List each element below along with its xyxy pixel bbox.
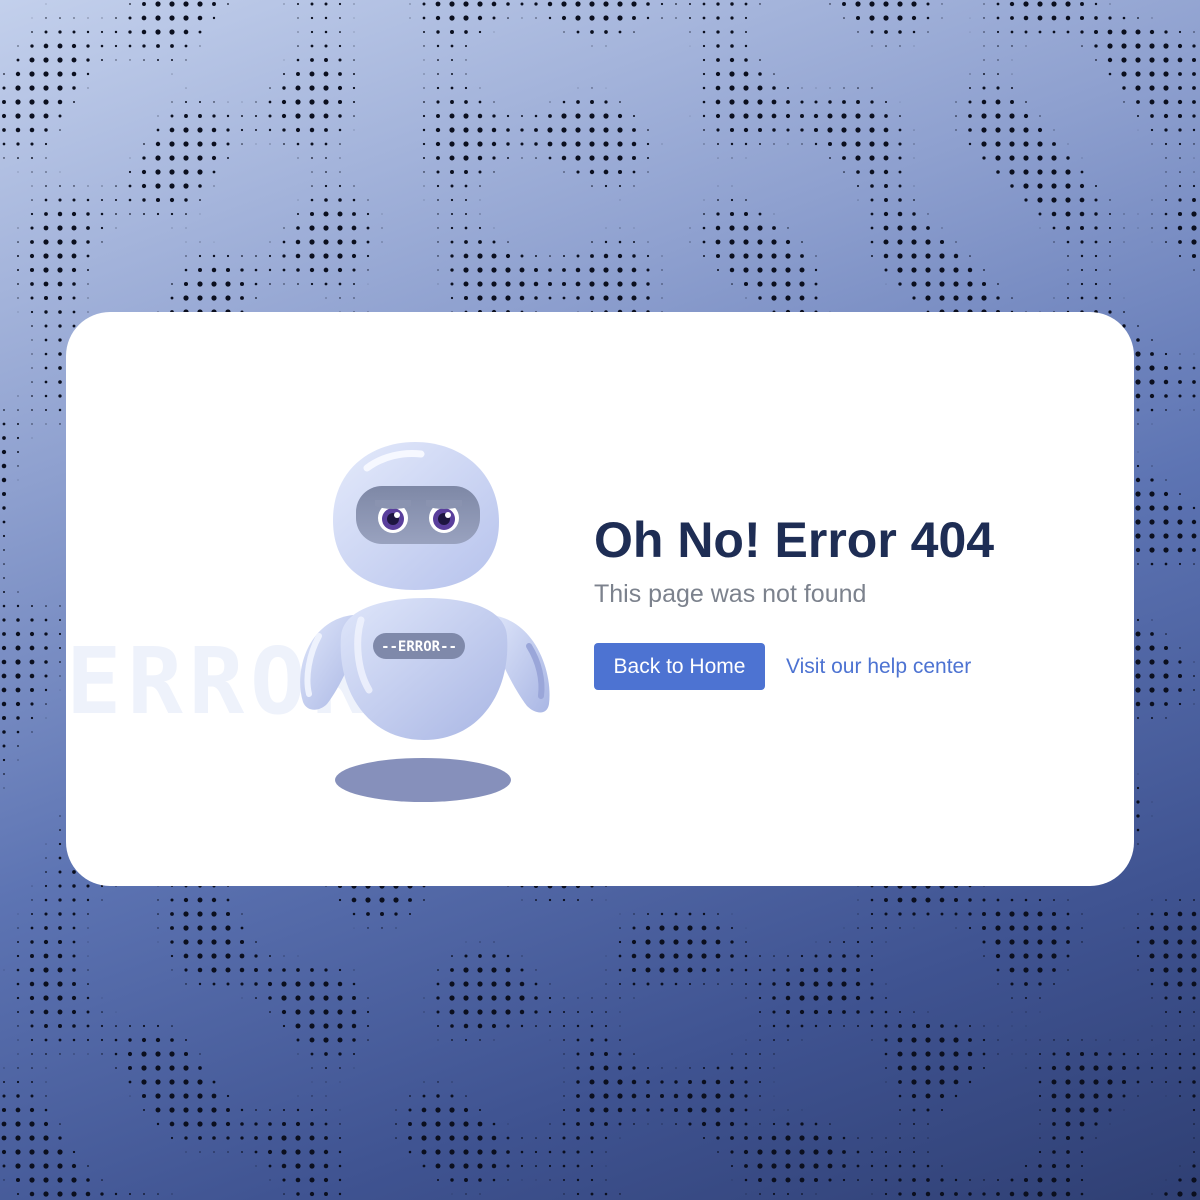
robot-body [340,598,508,740]
action-row: Back to Home Visit our help center [594,643,1114,690]
error-card: ERROR 404 [66,312,1134,886]
help-center-link[interactable]: Visit our help center [786,655,971,679]
page-subtitle: This page was not found [594,580,867,608]
robot-chest-label: --ERROR-- [381,639,457,655]
robot-shadow [335,758,511,802]
error-content: Oh No! Error 404 This page was not found… [594,510,1114,690]
robot-illustration: --ERROR-- [300,442,550,802]
robot-visor [356,486,480,544]
page-title: Oh No! Error 404 [594,512,995,568]
back-to-home-button[interactable]: Back to Home [594,643,765,690]
